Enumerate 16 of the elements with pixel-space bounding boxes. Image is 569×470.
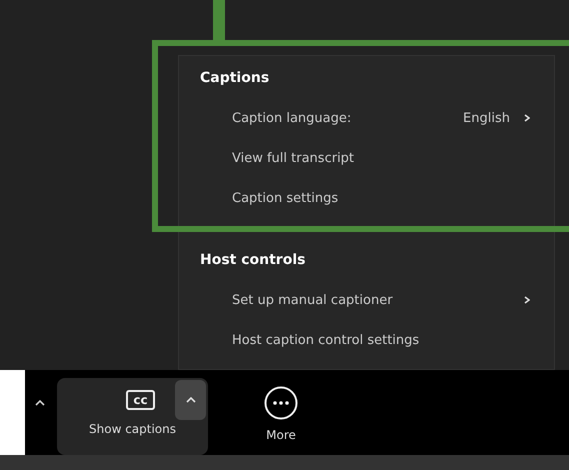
menu-item[interactable]: Set up manual captioner — [200, 280, 554, 320]
menu-section-heading: Host controls — [200, 251, 306, 270]
more-icon — [264, 386, 298, 420]
chevron-right-icon — [524, 296, 530, 304]
menu-item[interactable]: Caption settings — [200, 178, 554, 218]
closed-captions-icon: cc — [126, 390, 155, 410]
chevron-right-icon — [524, 114, 530, 122]
caret-up-icon — [186, 397, 196, 403]
show-captions-button[interactable]: cc Show captions — [57, 378, 208, 455]
menu-item[interactable]: View full transcript — [200, 138, 554, 178]
caret-up-icon[interactable] — [35, 400, 45, 406]
highlight-connector — [213, 0, 225, 43]
menu-item[interactable]: Host caption control settings — [200, 320, 554, 360]
menu-section-heading: Captions — [200, 69, 270, 88]
more-button[interactable]: More — [246, 378, 316, 442]
menu-item[interactable]: Caption language: English — [200, 98, 554, 138]
